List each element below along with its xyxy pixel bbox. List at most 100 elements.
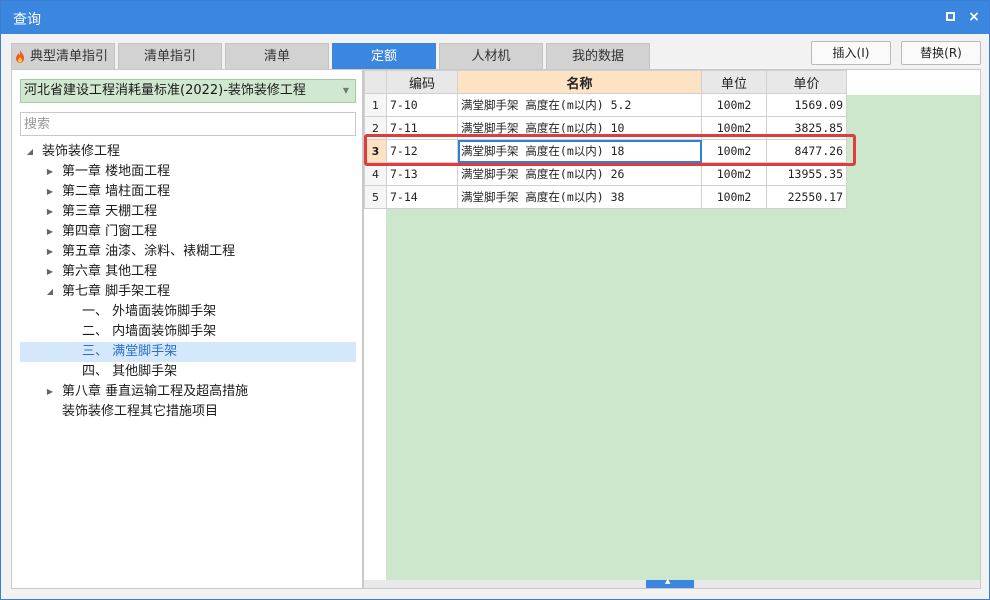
tree-node-section-2[interactable]: 二、 内墙面装饰脚手架: [20, 322, 356, 342]
quota-grid-panel: 编码 名称 单位 单价 1 7-10 满堂脚手架 高度在(m以内) 5.2 10…: [363, 69, 981, 589]
name-cell[interactable]: 满堂脚手架 高度在(m以内) 26: [457, 162, 702, 186]
tab-label: 典型清单指引: [29, 49, 108, 64]
tree-node-section-3[interactable]: 三、 满堂脚手架: [20, 342, 356, 362]
row-number: 3: [364, 139, 387, 163]
code-cell[interactable]: 7-12: [386, 139, 458, 163]
row-number: 4: [364, 162, 387, 186]
table-row[interactable]: 5 7-14 满堂脚手架 高度在(m以内) 38 100m2 22550.17: [364, 185, 847, 209]
row-number: 1: [364, 93, 387, 117]
row-number: 5: [364, 185, 387, 209]
price-cell[interactable]: 13955.35: [766, 162, 847, 186]
tree-node-label: 第八章 垂直运输工程及超高措施: [62, 384, 249, 399]
name-cell[interactable]: 满堂脚手架 高度在(m以内) 5.2: [457, 93, 702, 117]
tree-node-section-1[interactable]: 一、 外墙面装饰脚手架: [20, 302, 356, 322]
tree-node-label: 第六章 其他工程: [62, 264, 158, 279]
tree-node-decoration[interactable]: ◢ 装饰装修工程: [20, 142, 356, 162]
scrollbar-thumb[interactable]: ▲: [646, 577, 694, 588]
tree-node-chapter-5[interactable]: ▶ 第五章 油漆、涂料、裱糊工程: [20, 242, 356, 262]
unit-cell[interactable]: 100m2: [701, 116, 767, 140]
chevron-up-icon: ▲: [665, 577, 671, 585]
collapsed-arrow-icon[interactable]: ▶: [44, 202, 56, 222]
replace-button[interactable]: 替换(R): [901, 41, 981, 65]
table-row[interactable]: 1 7-10 满堂脚手架 高度在(m以内) 5.2 100m2 1569.09: [364, 93, 847, 117]
tree-node-label: 二、 内墙面装饰脚手架: [82, 324, 217, 339]
quota-table: 编码 名称 单位 单价 1 7-10 满堂脚手架 高度在(m以内) 5.2 10…: [364, 70, 847, 209]
price-column-header[interactable]: 单价: [766, 70, 847, 94]
title-bar[interactable]: 查询 ×: [1, 1, 989, 34]
code-cell[interactable]: 7-13: [386, 162, 458, 186]
standard-select-value: 河北省建设工程消耗量标准(2022)-装饰装修工程: [24, 83, 306, 98]
unit-cell[interactable]: 100m2: [701, 139, 767, 163]
horizontal-scrollbar[interactable]: ▲: [364, 577, 980, 588]
collapsed-arrow-icon[interactable]: ▶: [44, 182, 56, 202]
tree-node-label: 三、 满堂脚手架: [82, 344, 178, 359]
search-input[interactable]: [20, 112, 356, 136]
tree-node-chapter-3[interactable]: ▶ 第三章 天棚工程: [20, 202, 356, 222]
unit-cell[interactable]: 100m2: [701, 93, 767, 117]
tree-node-chapter-4[interactable]: ▶ 第四章 门窗工程: [20, 222, 356, 242]
table-header-row: 编码 名称 单位 单价: [364, 70, 847, 94]
tree-node-chapter-2[interactable]: ▶ 第二章 墙柱面工程: [20, 182, 356, 202]
code-cell[interactable]: 7-14: [386, 185, 458, 209]
code-column-header[interactable]: 编码: [386, 70, 458, 94]
close-button[interactable]: ×: [965, 8, 983, 26]
row-number: 2: [364, 116, 387, 140]
tree-node-label: 第一章 楼地面工程: [62, 164, 171, 179]
collapsed-arrow-icon[interactable]: ▶: [44, 262, 56, 282]
insert-button[interactable]: 插入(I): [811, 41, 891, 65]
name-cell[interactable]: 满堂脚手架 高度在(m以内) 18: [457, 139, 702, 163]
tree-node-chapter-7[interactable]: ◢ 第七章 脚手架工程: [20, 282, 356, 302]
standard-select[interactable]: 河北省建设工程消耗量标准(2022)-装饰装修工程 ▼: [20, 79, 356, 103]
category-tree: ◢ 装饰装修工程 ▶ 第一章 楼地面工程 ▶ 第二章 墙柱面工程 ▶ 第三章 天…: [20, 142, 356, 422]
tab-typical-bill-guide[interactable]: 典型清单指引: [11, 43, 115, 69]
unit-cell[interactable]: 100m2: [701, 162, 767, 186]
maximize-icon: [945, 12, 955, 21]
table-row[interactable]: 4 7-13 满堂脚手架 高度在(m以内) 26 100m2 13955.35: [364, 162, 847, 186]
collapsed-arrow-icon[interactable]: ▶: [44, 222, 56, 242]
tree-node-chapter-6[interactable]: ▶ 第六章 其他工程: [20, 262, 356, 282]
tree-node-chapter-8[interactable]: ▶ 第八章 垂直运输工程及超高措施: [20, 382, 356, 402]
expanded-arrow-icon[interactable]: ◢: [24, 142, 36, 162]
tree-node-section-4[interactable]: 四、 其他脚手架: [20, 362, 356, 382]
tree-node-chapter-1[interactable]: ▶ 第一章 楼地面工程: [20, 162, 356, 182]
table-row-current[interactable]: 3 7-12 满堂脚手架 高度在(m以内) 18 100m2 8477.26: [364, 139, 847, 163]
expanded-arrow-icon[interactable]: ◢: [44, 282, 56, 302]
tab-bill-guide[interactable]: 清单指引: [118, 43, 222, 69]
price-cell[interactable]: 1569.09: [766, 93, 847, 117]
name-cell[interactable]: 满堂脚手架 高度在(m以内) 38: [457, 185, 702, 209]
tree-node-other-measures[interactable]: 装饰装修工程其它措施项目: [20, 402, 356, 422]
chevron-down-icon: ▼: [342, 86, 349, 95]
tree-node-label: 第三章 天棚工程: [62, 204, 158, 219]
tree-node-label: 第二章 墙柱面工程: [62, 184, 171, 199]
window-title: 查询: [13, 12, 41, 28]
name-cell[interactable]: 满堂脚手架 高度在(m以内) 10: [457, 116, 702, 140]
price-cell[interactable]: 3825.85: [766, 116, 847, 140]
tab-bill[interactable]: 清单: [225, 43, 329, 69]
table-row[interactable]: 2 7-11 满堂脚手架 高度在(m以内) 10 100m2 3825.85: [364, 116, 847, 140]
tree-node-label: 一、 外墙面装饰脚手架: [82, 304, 217, 319]
unit-column-header[interactable]: 单位: [701, 70, 767, 94]
tree-node-label: 四、 其他脚手架: [82, 364, 178, 379]
tab-my-data[interactable]: 我的数据: [546, 43, 650, 69]
tree-node-label: 装饰装修工程其它措施项目: [62, 404, 219, 419]
tree-node-label: 第七章 脚手架工程: [62, 284, 171, 299]
unit-cell[interactable]: 100m2: [701, 185, 767, 209]
name-column-header[interactable]: 名称: [457, 70, 702, 94]
tree-node-label: 第五章 油漆、涂料、裱糊工程: [62, 244, 236, 259]
row-number-header: [364, 70, 387, 94]
price-cell[interactable]: 22550.17: [766, 185, 847, 209]
tab-quota[interactable]: 定额: [332, 43, 436, 69]
tab-labor-material-machine[interactable]: 人材机: [439, 43, 543, 69]
code-cell[interactable]: 7-10: [386, 93, 458, 117]
category-panel: 河北省建设工程消耗量标准(2022)-装饰装修工程 ▼ ◢ 装饰装修工程 ▶ 第…: [11, 69, 363, 589]
maximize-button[interactable]: [941, 8, 959, 26]
code-cell[interactable]: 7-11: [386, 116, 458, 140]
collapsed-arrow-icon[interactable]: ▶: [44, 242, 56, 262]
flame-icon: [16, 50, 24, 63]
collapsed-arrow-icon[interactable]: ▶: [44, 162, 56, 182]
tree-node-label: 装饰装修工程: [42, 144, 121, 159]
tree-node-label: 第四章 门窗工程: [62, 224, 158, 239]
price-cell[interactable]: 8477.26: [766, 139, 847, 163]
collapsed-arrow-icon[interactable]: ▶: [44, 382, 56, 402]
query-window: 查询 × 典型清单指引 清单指引 清单 定额 人材机 我的数据 插入(I) 替换…: [0, 0, 990, 600]
